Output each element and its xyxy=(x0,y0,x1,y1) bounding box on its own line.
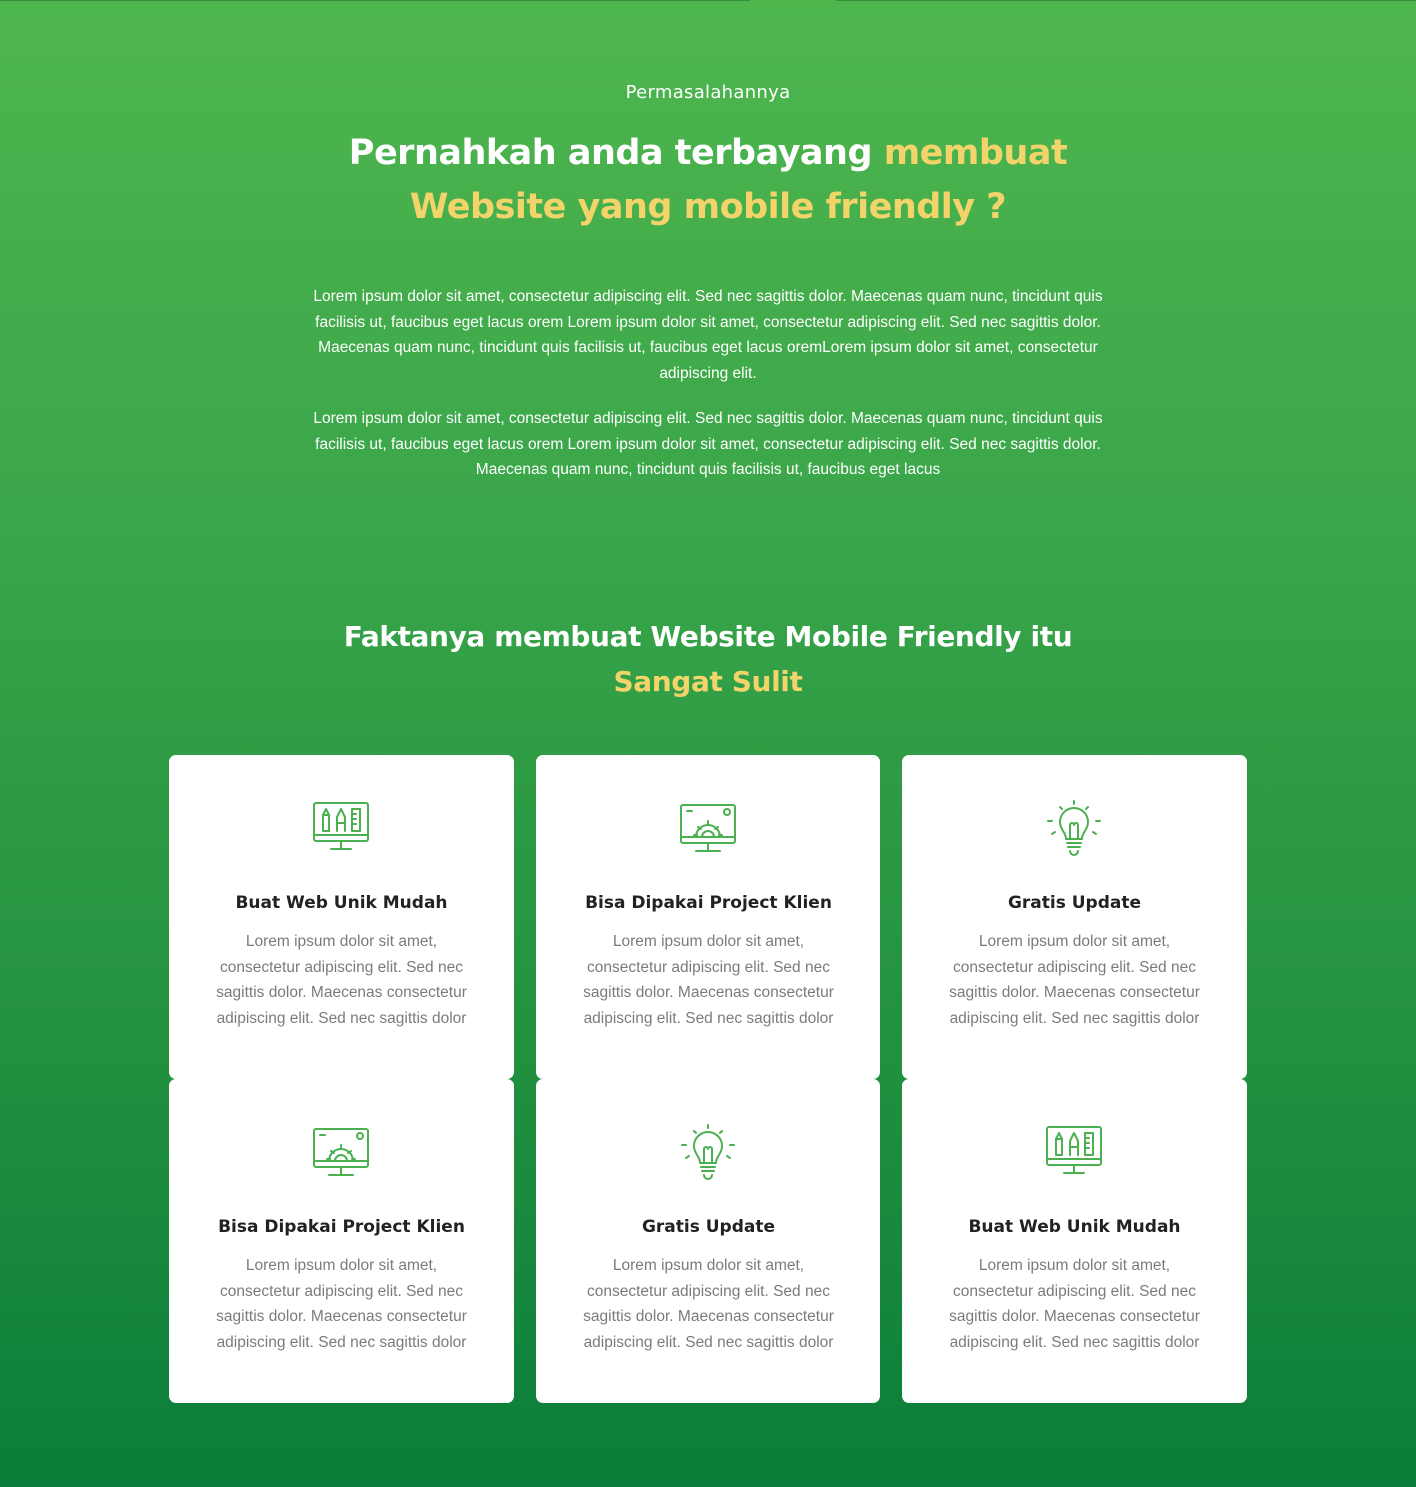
monitor-design-tools-icon xyxy=(311,799,371,859)
problem-paragraph-2: Lorem ipsum dolor sit amet, consectetur … xyxy=(313,410,1103,478)
problem-paragraph-1: Lorem ipsum dolor sit amet, consectetur … xyxy=(313,288,1103,382)
feature-card: Buat Web Unik Mudah Lorem ipsum dolor si… xyxy=(169,755,514,1079)
card-title: Buat Web Unik Mudah xyxy=(968,1217,1181,1237)
monitor-design-tools-icon xyxy=(1044,1123,1104,1183)
lightbulb-icon xyxy=(678,1123,738,1183)
top-divider xyxy=(0,0,1416,1)
card-description: Lorem ipsum dolor sit amet, consectetur … xyxy=(216,933,467,1027)
section-eyebrow: Permasalahannya xyxy=(625,82,791,103)
headline-white-text: Pernahkah anda terbayang xyxy=(348,133,884,173)
problem-headline: Pernahkah anda terbayang membuat Website… xyxy=(300,126,1116,234)
card-description: Lorem ipsum dolor sit amet, consectetur … xyxy=(583,1257,834,1351)
monitor-gear-icon xyxy=(678,799,738,859)
feature-card: Buat Web Unik Mudah Lorem ipsum dolor si… xyxy=(902,1079,1247,1403)
headline-highlight-text-1: membuat xyxy=(883,133,1068,173)
card-description: Lorem ipsum dolor sit amet, consectetur … xyxy=(949,933,1200,1027)
feature-card: Gratis Update Lorem ipsum dolor sit amet… xyxy=(536,1079,880,1403)
feature-card: Bisa Dipakai Project Klien Lorem ipsum d… xyxy=(169,1079,514,1403)
card-title: Bisa Dipakai Project Klien xyxy=(585,893,832,913)
card-title: Gratis Update xyxy=(1007,893,1142,913)
facts-heading-white: Faktanya membuat Website Mobile Friendly… xyxy=(343,620,1073,653)
feature-card: Gratis Update Lorem ipsum dolor sit amet… xyxy=(902,755,1247,1079)
top-notch xyxy=(750,0,836,4)
card-title: Buat Web Unik Mudah xyxy=(235,893,448,913)
facts-heading-highlight: Sangat Sulit xyxy=(613,665,803,698)
monitor-gear-icon xyxy=(311,1123,371,1183)
card-description: Lorem ipsum dolor sit amet, consectetur … xyxy=(949,1257,1200,1351)
card-title: Bisa Dipakai Project Klien xyxy=(218,1217,465,1237)
card-title: Gratis Update xyxy=(641,1217,776,1237)
card-description: Lorem ipsum dolor sit amet, consectetur … xyxy=(216,1257,467,1351)
feature-card: Bisa Dipakai Project Klien Lorem ipsum d… xyxy=(536,755,880,1079)
card-description: Lorem ipsum dolor sit amet, consectetur … xyxy=(583,933,834,1027)
facts-heading: Faktanya membuat Website Mobile Friendly… xyxy=(300,614,1116,704)
lightbulb-icon xyxy=(1044,799,1104,859)
headline-highlight-text-2: Website yang mobile friendly ? xyxy=(409,187,1007,227)
